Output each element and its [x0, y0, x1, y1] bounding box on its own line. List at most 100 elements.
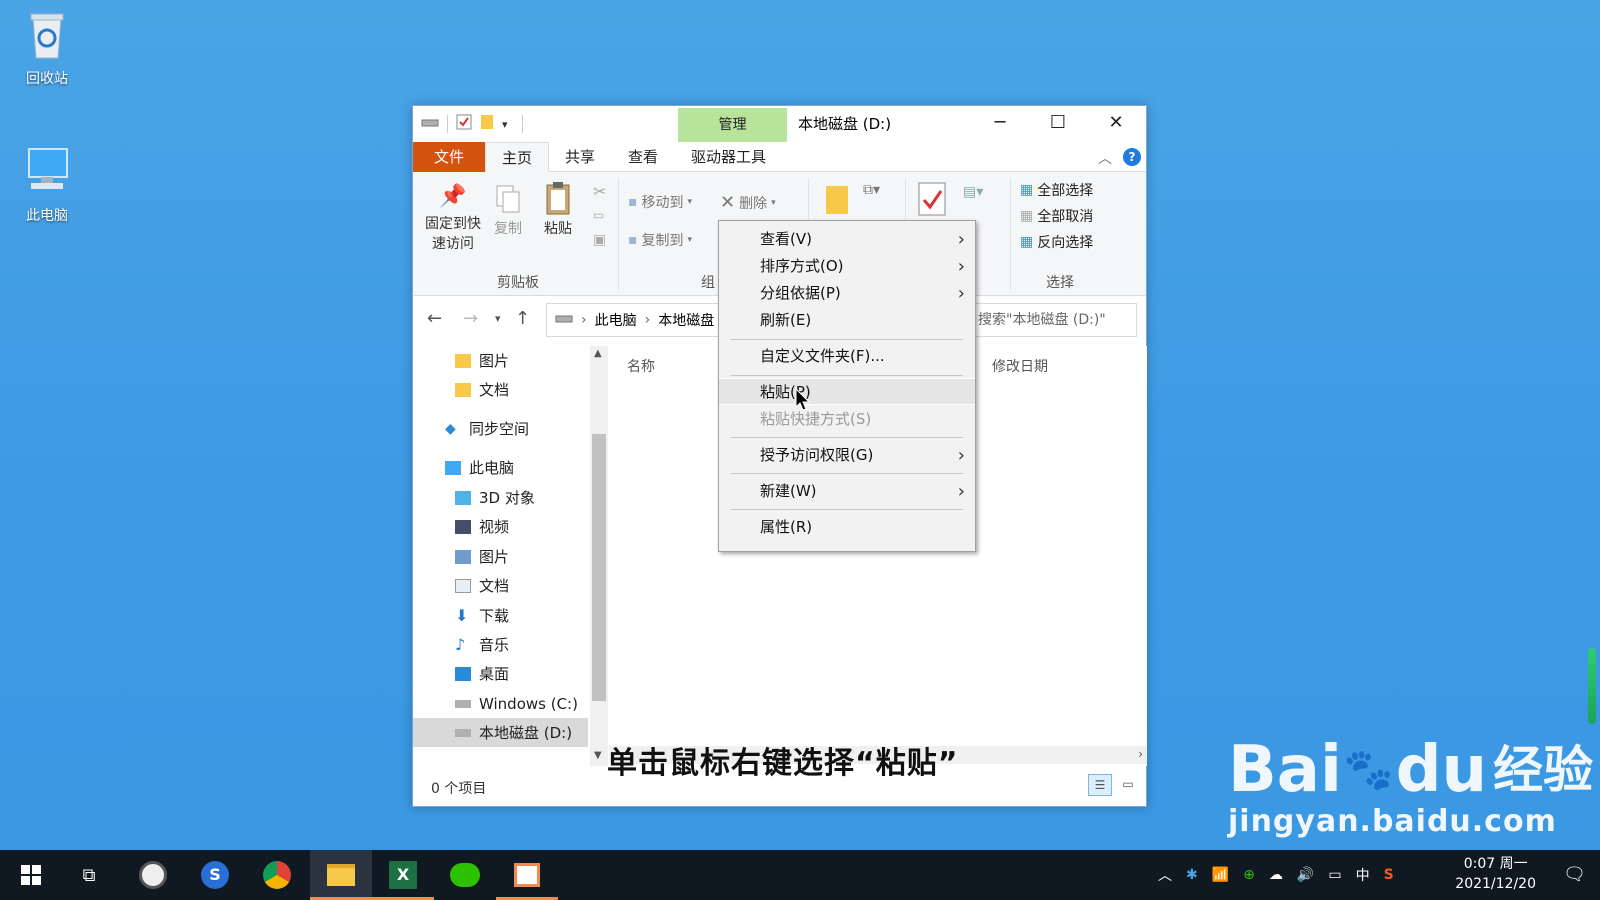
column-header-name[interactable]: 名称: [627, 356, 655, 376]
nav-item-this-pc[interactable]: 此电脑: [413, 453, 588, 482]
scroll-up-arrow[interactable]: ▲: [594, 348, 602, 359]
nav-item-desktop[interactable]: 桌面: [413, 659, 588, 688]
up-button[interactable]: ↑: [515, 308, 530, 329]
excel-icon: X: [389, 861, 417, 889]
breadcrumb-separator: ›: [644, 312, 651, 328]
onedrive-icon[interactable]: ☁: [1269, 867, 1283, 883]
close-button[interactable]: ✕: [1087, 106, 1145, 142]
menu-item-customize-folder[interactable]: 自定义文件夹(F)...: [719, 343, 975, 370]
bluetooth-icon[interactable]: ✱: [1186, 867, 1198, 883]
paste-label: 粘贴: [544, 221, 572, 237]
paste-shortcut-icon[interactable]: ▣: [593, 232, 606, 248]
nav-item-downloads[interactable]: ⬇ 下载: [413, 601, 588, 630]
tab-home[interactable]: 主页: [485, 142, 550, 173]
menu-item-group-by[interactable]: 分组依据(P) ›: [719, 280, 975, 307]
tab-file[interactable]: 文件: [413, 142, 485, 172]
column-header-modified[interactable]: 修改日期: [992, 356, 1048, 376]
menu-item-paste[interactable]: 粘贴(P): [719, 378, 975, 405]
ime-indicator[interactable]: 中: [1356, 865, 1370, 885]
chevron-right-icon: ›: [957, 445, 965, 466]
select-none-button[interactable]: ▦ 全部取消: [1020, 206, 1093, 226]
copy-path-icon[interactable]: ▭: [593, 208, 604, 222]
taskbar-app-chrome[interactable]: [246, 850, 308, 900]
nav-item-documents-quick[interactable]: 文档: [413, 375, 588, 404]
menu-item-refresh[interactable]: 刷新(E): [719, 307, 975, 334]
customize-qat-icon[interactable]: ▾: [502, 118, 508, 131]
select-all-button[interactable]: ▦ 全部选择: [1020, 180, 1093, 200]
document-icon: [455, 578, 471, 593]
open-icon[interactable]: ▤▾: [963, 184, 983, 200]
nav-item-3d-objects[interactable]: 3D 对象: [413, 483, 588, 512]
taskbar-app-clock[interactable]: [122, 850, 184, 900]
properties-icon[interactable]: [918, 182, 946, 220]
menu-item-properties[interactable]: 属性(R): [719, 514, 975, 541]
security-icon[interactable]: ⊕: [1243, 867, 1255, 883]
new-item-icon[interactable]: ⧉▾: [863, 182, 880, 198]
tab-drive-tools[interactable]: 驱动器工具: [675, 142, 782, 172]
delete-button[interactable]: ✕ 删除 ▾: [720, 192, 776, 213]
maximize-button[interactable]: ☐: [1029, 106, 1087, 142]
copy-button[interactable]: 复制: [487, 184, 529, 238]
task-view-button[interactable]: ⧉: [58, 850, 120, 900]
copy-to-button[interactable]: ▪ 复制到 ▾: [628, 230, 692, 250]
paste-button[interactable]: 粘贴: [537, 180, 579, 238]
recent-locations-button[interactable]: ▾: [495, 312, 501, 325]
new-folder-icon[interactable]: [480, 114, 494, 134]
properties-icon[interactable]: [456, 114, 472, 134]
computer-icon: [445, 460, 461, 475]
nav-item-pictures-quick[interactable]: 图片: [413, 346, 588, 375]
tab-view[interactable]: 查看: [612, 142, 674, 172]
collapse-ribbon-icon[interactable]: ︿: [1098, 148, 1112, 168]
menu-item-view[interactable]: 查看(V) ›: [719, 226, 975, 253]
desktop-icon-this-pc[interactable]: 此电脑: [7, 145, 87, 225]
menu-item-give-access[interactable]: 授予访问权限(G) ›: [719, 442, 975, 469]
nav-item-documents[interactable]: 文档: [413, 571, 588, 600]
nav-item-pictures[interactable]: 图片: [413, 542, 588, 571]
move-to-button[interactable]: ▪ 移动到 ▾: [628, 192, 692, 212]
nav-scrollbar[interactable]: ▲ ▼: [590, 346, 608, 766]
desktop-icon-recycle-bin[interactable]: 回收站: [7, 8, 87, 88]
search-input[interactable]: 搜索"本地磁盘 (D:)": [971, 303, 1137, 337]
scroll-right-arrow[interactable]: ›: [1138, 747, 1143, 761]
nav-item-drive-c[interactable]: Windows (C:): [413, 689, 588, 718]
nav-item-sync-space[interactable]: ◆ 同步空间: [413, 414, 588, 443]
new-folder-icon[interactable]: [825, 184, 849, 220]
show-hidden-icons-button[interactable]: ︿: [1158, 865, 1172, 885]
nav-item-label: 同步空间: [469, 420, 530, 438]
forward-button[interactable]: →: [463, 308, 478, 329]
nav-item-drive-d[interactable]: 本地磁盘 (D:): [413, 718, 588, 747]
menu-item-label: 刷新(E): [760, 311, 812, 329]
start-button[interactable]: [0, 850, 62, 900]
menu-item-paste-shortcut[interactable]: 粘贴快捷方式(S): [719, 406, 975, 433]
tab-share[interactable]: 共享: [549, 142, 611, 172]
cut-icon[interactable]: ✂: [593, 182, 606, 201]
details-view-icon[interactable]: ☰: [1088, 774, 1112, 796]
breadcrumb-this-pc[interactable]: 此电脑: [595, 310, 637, 330]
taskbar-app-excel[interactable]: X: [372, 850, 434, 900]
nav-item-music[interactable]: ♪ 音乐: [413, 630, 588, 659]
menu-item-sort-by[interactable]: 排序方式(O) ›: [719, 253, 975, 280]
battery-icon[interactable]: ▭: [1328, 867, 1341, 883]
back-button[interactable]: ←: [427, 308, 442, 329]
volume-icon[interactable]: 🔊: [1297, 867, 1314, 883]
breadcrumb-local-disk[interactable]: 本地磁盘: [658, 310, 714, 330]
scroll-thumb[interactable]: [592, 434, 606, 701]
large-icons-view-icon[interactable]: ▭: [1116, 774, 1140, 796]
scroll-down-arrow[interactable]: ▼: [594, 750, 602, 761]
network-icon[interactable]: 📶: [1212, 867, 1229, 883]
system-clock[interactable]: 0:07 周一 2021/12/20: [1455, 854, 1536, 894]
taskbar-app-sogou[interactable]: S: [184, 850, 246, 900]
drive-icon[interactable]: [421, 116, 439, 132]
tab-manage[interactable]: 管理: [678, 108, 787, 142]
taskbar-app-slides[interactable]: [496, 850, 558, 900]
nav-item-videos[interactable]: 视频: [413, 512, 588, 541]
taskbar-app-wechat[interactable]: [434, 850, 496, 900]
invert-selection-button[interactable]: ▦ 反向选择: [1020, 232, 1093, 252]
help-icon[interactable]: ?: [1123, 148, 1141, 166]
action-center-button[interactable]: 🗨: [1563, 864, 1586, 885]
menu-item-new[interactable]: 新建(W) ›: [719, 478, 975, 505]
sogou-ime-icon[interactable]: S: [1384, 867, 1394, 883]
pin-quick-access-button[interactable]: 📌 固定到快 速访问: [419, 184, 487, 254]
taskbar-app-file-explorer[interactable]: [310, 850, 372, 900]
minimize-button[interactable]: ─: [971, 106, 1029, 142]
